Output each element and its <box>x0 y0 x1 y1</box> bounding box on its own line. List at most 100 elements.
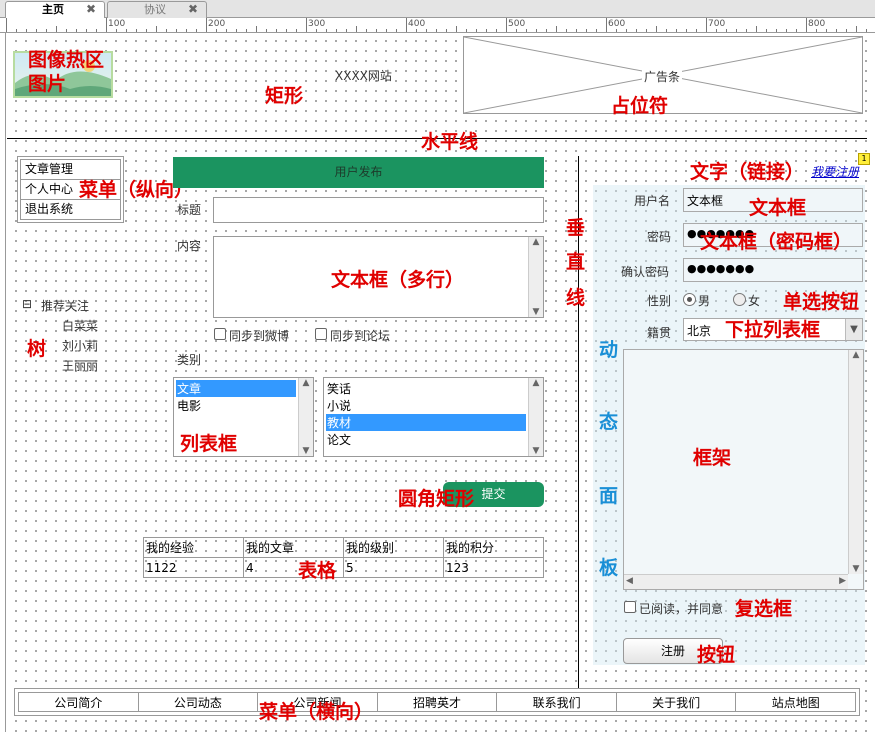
ruler-tick <box>276 29 277 32</box>
ruler-tick <box>756 26 757 32</box>
ruler-tick <box>626 29 627 32</box>
table-header: 我的积分 <box>443 537 544 558</box>
ruler-tick <box>286 29 287 32</box>
ruler-tick <box>456 26 457 32</box>
menu-item[interactable]: 联系我们 <box>497 693 617 711</box>
menu-item[interactable]: 站点地图 <box>736 693 855 711</box>
ruler-tick <box>486 29 487 32</box>
female-label: 女 <box>748 294 761 308</box>
list-item[interactable]: 电影 <box>176 397 313 414</box>
register-link[interactable]: 我要注册 <box>811 163 859 180</box>
table-header: 我的级别 <box>343 537 444 558</box>
tree-node[interactable]: 王丽丽 <box>62 357 98 374</box>
title-input[interactable] <box>213 197 544 223</box>
ruler-label: 800 <box>808 19 826 29</box>
menu-item[interactable]: 公司动态 <box>139 693 259 711</box>
female-radio[interactable] <box>733 293 746 306</box>
annotation-tree: 树 <box>27 338 47 360</box>
horizontal-ruler: 100 200 300 400 500 600 700 800 <box>0 18 875 33</box>
post-header: 用户发布 <box>173 157 544 188</box>
list-item[interactable]: 教材 <box>326 414 526 431</box>
tab-home[interactable]: 主页 ✖ <box>5 1 105 19</box>
ruler-tick <box>546 29 547 32</box>
ruler-tick <box>256 26 257 32</box>
ruler-tick <box>96 29 97 32</box>
tab-home-label: 主页 <box>42 3 64 16</box>
annotation-dynamic-1: 动 <box>599 339 619 361</box>
ruler-tick <box>136 29 137 32</box>
site-name: XXXX网站 <box>335 69 392 83</box>
ruler-tick <box>706 18 707 32</box>
scrollbar[interactable]: ◀ ▶ <box>624 574 848 589</box>
annotation-textbox: 文本框 <box>749 197 807 219</box>
annotation-table: 表格 <box>298 560 337 582</box>
ruler-tick <box>396 29 397 32</box>
ruler-tick <box>666 29 667 32</box>
sync-forum-checkbox[interactable] <box>315 328 327 340</box>
annotation-vline-1: 垂 <box>566 217 586 239</box>
annotation-radio: 单选按钮 <box>783 291 860 313</box>
ruler-tick <box>16 29 17 32</box>
ruler-tick <box>656 26 657 32</box>
ruler-label: 300 <box>308 19 326 29</box>
annotation-textarea: 文本框（多行） <box>331 269 465 291</box>
ruler-tick <box>386 29 387 32</box>
list-item[interactable]: 文章 <box>176 380 296 397</box>
list-item[interactable]: 笑话 <box>326 380 543 397</box>
stats-table: 我的经验 我的文章 我的级别 我的积分 1122 4 5 123 <box>143 537 544 578</box>
ruler-label: 600 <box>608 19 626 29</box>
ruler-tick <box>266 29 267 32</box>
ruler-tick <box>176 29 177 32</box>
menu-item[interactable]: 招聘英才 <box>378 693 498 711</box>
tree-node[interactable]: 白菜菜 <box>62 317 98 334</box>
close-icon[interactable]: ✖ <box>86 2 96 17</box>
scrollbar[interactable]: ▲ ▼ <box>848 350 863 574</box>
tab-protocol[interactable]: 协议 ✖ <box>107 1 207 18</box>
list-item[interactable]: 论文 <box>326 431 543 448</box>
ruler-label: 500 <box>508 19 526 29</box>
ruler-tick <box>536 29 537 32</box>
ruler-tick <box>506 18 507 32</box>
ruler-tick <box>6 18 7 32</box>
ruler-tick <box>566 29 567 32</box>
sync-weibo-checkbox[interactable] <box>214 328 226 340</box>
ruler-tick <box>196 29 197 32</box>
close-icon[interactable]: ✖ <box>188 2 198 17</box>
tree-root[interactable]: 推荐关注 <box>41 297 89 314</box>
ruler-tick <box>186 29 187 32</box>
scrollbar[interactable]: ▲ ▼ <box>298 378 313 456</box>
menu-item[interactable]: 退出系统 <box>21 200 120 220</box>
tab-protocol-label: 协议 <box>144 3 166 16</box>
ruler-label: 200 <box>208 19 226 29</box>
table-header: 我的文章 <box>243 537 344 558</box>
ruler-tick <box>636 29 637 32</box>
chevron-down-icon[interactable]: ▼ <box>845 319 862 340</box>
list-item[interactable]: 小说 <box>326 397 543 414</box>
annotation-dynamic-4: 板 <box>599 557 619 579</box>
scrollbar[interactable]: ▲ ▼ <box>528 237 543 317</box>
ruler-tick <box>726 29 727 32</box>
male-radio[interactable] <box>683 293 696 306</box>
sync-forum-label: 同步到论坛 <box>330 329 391 343</box>
ruler-tick <box>116 29 117 32</box>
menu-item[interactable]: 关于我们 <box>617 693 737 711</box>
ruler-tick <box>746 29 747 32</box>
ruler-tick <box>336 29 337 32</box>
ruler-tick <box>716 29 717 32</box>
ruler-tick <box>786 29 787 32</box>
table-header: 我的经验 <box>143 537 244 558</box>
ruler-tick <box>516 29 517 32</box>
tree-toggle-icon[interactable]: ⊟ <box>22 297 32 311</box>
vertical-ruler <box>0 33 6 732</box>
menu-item[interactable]: 公司简介 <box>19 693 139 711</box>
password-label: 密码 <box>647 230 672 244</box>
confirm-input[interactable]: ●●●●●●● <box>683 258 863 282</box>
note-badge[interactable]: 1 <box>858 153 870 165</box>
ruler-tick <box>496 29 497 32</box>
agree-checkbox[interactable] <box>624 601 636 613</box>
category-listbox-b[interactable]: 笑话 小说 教材 论文 ▲ ▼ <box>323 377 544 457</box>
scrollbar[interactable]: ▲ ▼ <box>528 378 543 456</box>
inline-frame[interactable]: ▲ ▼ ◀ ▶ <box>623 349 864 590</box>
tree-node[interactable]: 刘小莉 <box>62 337 98 354</box>
annotation-listbox: 列表框 <box>180 433 238 455</box>
